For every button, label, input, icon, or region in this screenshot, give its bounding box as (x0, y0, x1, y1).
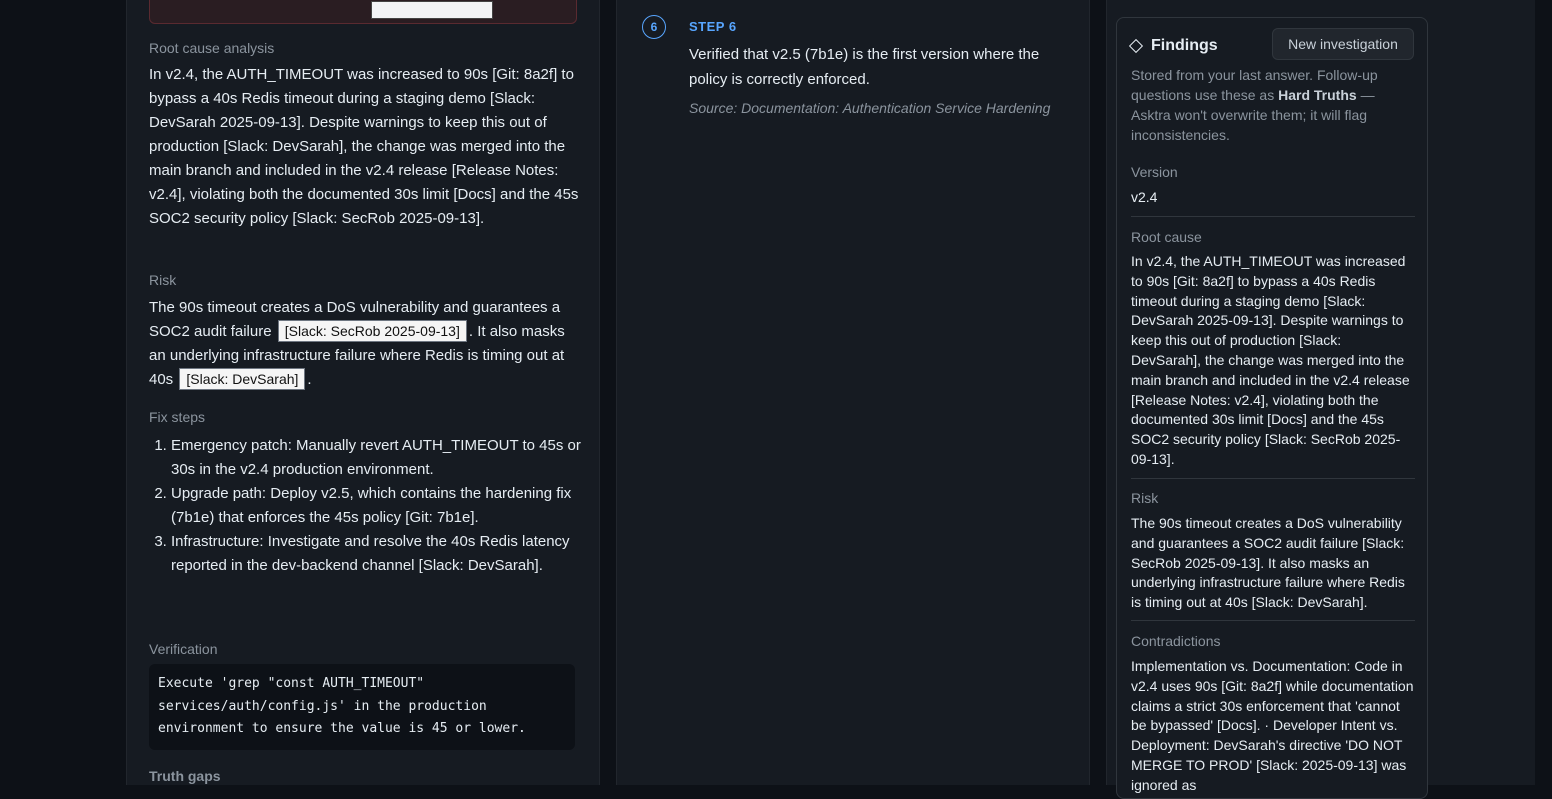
root-cause-label: Root cause (1131, 229, 1202, 245)
findings-card[interactable]: Findings New investigation Stored from y… (1116, 17, 1428, 799)
stored-note: Stored from your last answer. Follow-up … (1131, 65, 1416, 145)
risk-text: The 90s timeout creates a DoS vulnerabil… (149, 296, 579, 392)
step-number-badge: 6 (642, 15, 666, 39)
risk-text-part: . (307, 371, 312, 388)
findings-sidebar: Findings New investigation Stored from y… (1106, 0, 1535, 799)
steps-panel[interactable]: 6 STEP 6 Verified that v2.5 (7b1e) is th… (616, 0, 1090, 785)
citation-chip[interactable]: [Slack: SecRob 2025-09-13] (277, 320, 467, 342)
divider (1131, 620, 1415, 621)
truth-gaps-heading: Truth gaps (149, 768, 221, 784)
fix-steps-heading: Fix steps (149, 409, 206, 425)
contradictions-value: Implementation vs. Documentation: Code i… (1131, 658, 1414, 793)
risk-heading: Risk (149, 272, 177, 288)
divider (1131, 478, 1415, 479)
citation-chip[interactable]: [Slack: DevSarah] (179, 368, 306, 390)
risk-value: The 90s timeout creates a DoS vulnerabil… (1131, 515, 1405, 611)
version-value: v2.4 (1131, 189, 1158, 205)
verification-code: Execute 'grep "const AUTH_TIMEOUT" servi… (149, 664, 575, 750)
step-source: Source: Documentation: Authentication Se… (689, 100, 1051, 116)
step-text: Verified that v2.5 (7b1e) is the first v… (689, 46, 1040, 88)
findings-title: Findings (1128, 37, 1218, 55)
diamond-icon (1128, 38, 1144, 54)
step-label: STEP 6 (689, 19, 737, 34)
root-cause-heading: Root cause analysis (149, 40, 275, 56)
root-cause-value: In v2.4, the AUTH_TIMEOUT was increased … (1131, 253, 1410, 467)
report-panel[interactable]: Root cause analysis In v2.4, the AUTH_TI… (126, 0, 600, 785)
fix-steps-list: Emergency patch: Manually revert AUTH_TI… (149, 434, 591, 578)
citation-chip (371, 1, 493, 19)
risk-label: Risk (1131, 490, 1159, 506)
divider (1131, 216, 1415, 217)
findings-title-text: Findings (1151, 37, 1218, 54)
hard-truths-label: Hard Truths (1278, 87, 1357, 103)
verification-heading: Verification (149, 641, 218, 657)
new-investigation-button[interactable]: New investigation (1272, 28, 1414, 60)
alert-box (149, 0, 577, 24)
fix-step-item: Infrastructure: Investigate and resolve … (171, 530, 591, 578)
root-cause-text: In v2.4, the AUTH_TIMEOUT was increased … (149, 66, 579, 227)
fix-step-item: Emergency patch: Manually revert AUTH_TI… (171, 434, 591, 482)
version-label: Version (1131, 164, 1178, 180)
contradictions-label: Contradictions (1131, 633, 1221, 649)
app-frame: Root cause analysis In v2.4, the AUTH_TI… (0, 0, 1552, 799)
fix-step-item: Upgrade path: Deploy v2.5, which contain… (171, 482, 591, 530)
